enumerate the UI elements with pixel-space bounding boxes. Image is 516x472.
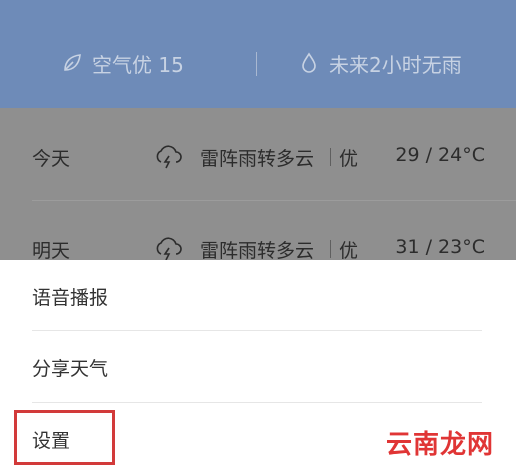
menu-divider — [32, 330, 482, 331]
thunder-cloud-icon — [156, 145, 182, 169]
menu-item-label: 语音播报 — [32, 286, 109, 309]
menu-item-share-weather[interactable]: 分享天气 — [32, 352, 108, 382]
thunder-cloud-icon — [156, 237, 182, 261]
forecast-aqi: 优 — [339, 240, 359, 262]
forecast-separator — [330, 240, 331, 258]
row-divider — [32, 200, 516, 201]
settings-highlight-box — [14, 410, 115, 465]
watermark-text: 云南龙网 — [385, 429, 494, 460]
rain-forecast-indicator[interactable]: 未来2小时无雨 — [297, 48, 462, 78]
weather-header: 空气优 15 未来2小时无雨 — [0, 0, 516, 108]
forecast-row-today[interactable]: 今天 雷阵雨转多云 优 29 / 24°C — [0, 132, 516, 182]
forecast-separator — [330, 148, 331, 166]
water-drop-icon — [302, 52, 316, 73]
forecast-condition: 雷阵雨转多云 — [200, 148, 315, 170]
watermark-logo: 云南龙网 — [372, 418, 508, 466]
air-quality-text: 空气优 15 — [92, 52, 184, 77]
forecast-day: 明天 — [32, 240, 71, 262]
menu-item-label: 分享天气 — [32, 357, 109, 380]
forecast-day: 今天 — [32, 148, 71, 170]
forecast-temperature: 29 / 24°C — [395, 144, 485, 166]
menu-item-voice-broadcast[interactable]: 语音播报 — [32, 281, 108, 311]
menu-divider — [32, 402, 482, 403]
forecast-temperature: 31 / 23°C — [395, 236, 485, 258]
leaf-icon — [64, 54, 81, 71]
header-divider — [256, 52, 257, 76]
forecast-list: 今天 雷阵雨转多云 优 29 / 24°C 明天 雷阵雨转多云 优 31 / 2… — [0, 108, 516, 262]
rain-forecast-text: 未来2小时无雨 — [329, 52, 462, 77]
air-quality-indicator[interactable]: 空气优 15 — [60, 48, 184, 78]
forecast-condition: 雷阵雨转多云 — [200, 240, 315, 262]
forecast-aqi: 优 — [339, 148, 359, 170]
